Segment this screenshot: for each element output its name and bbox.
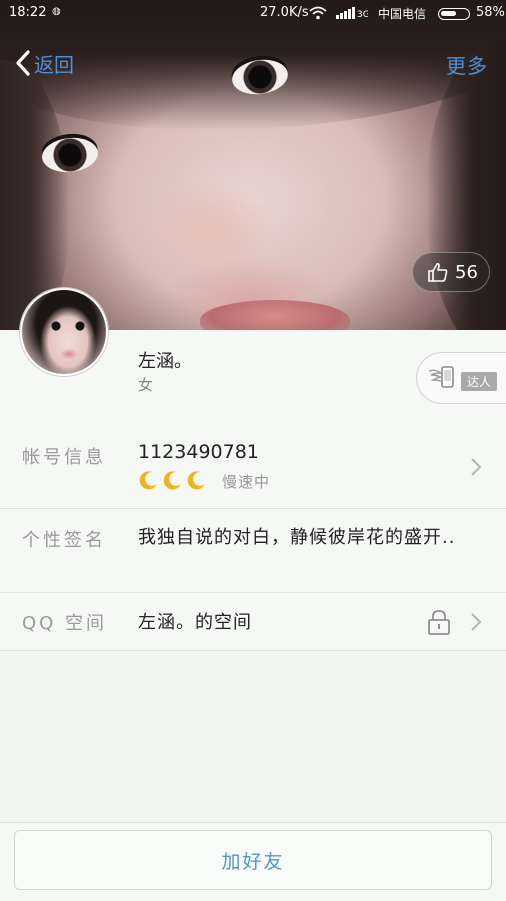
qzone-value: 左涵。的空间: [138, 612, 252, 633]
add-friend-button[interactable]: 加好友: [14, 830, 492, 890]
level-speed-status: 慢速中: [222, 473, 271, 491]
avatar[interactable]: [20, 288, 108, 376]
signal-icon: 3G: [336, 7, 368, 19]
status-time: 18:22: [9, 5, 47, 20]
thumbs-up-icon: [428, 262, 448, 282]
svg-text:3G: 3G: [357, 10, 368, 19]
cover-lips: [200, 300, 350, 330]
talent-badge-label: 达人: [461, 372, 498, 391]
qzone-row[interactable]: QQ 空间 左涵。的空间: [0, 593, 506, 651]
like-button[interactable]: 56: [412, 252, 490, 292]
account-info-row[interactable]: 帐号信息 1123490781 慢速中: [0, 426, 506, 509]
status-bar: 18:22 ◍ 27.0K/s 3G 中国电信 58%: [0, 0, 506, 28]
moon-icon: [139, 471, 157, 490]
moon-icon: [187, 471, 205, 490]
signature-text: 我独自说的对白，静候彼岸花的盛开..: [138, 527, 456, 548]
qzone-label: QQ 空间: [22, 613, 108, 634]
profile-name: 左涵。: [138, 351, 192, 372]
qq-level-moons: [138, 469, 208, 491]
battery-percentage: 58%: [476, 5, 505, 20]
more-button[interactable]: 更多: [446, 50, 488, 79]
lock-icon: [428, 610, 450, 635]
like-count: 56: [455, 261, 478, 283]
profile-gender: 女: [138, 376, 154, 394]
network-speed: 27.0K/s: [260, 5, 309, 20]
carrier-name: 中国电信: [378, 7, 427, 21]
chevron-right-icon: [471, 458, 482, 476]
battery-icon: [438, 8, 470, 20]
back-label: 返回: [34, 52, 74, 77]
chevron-left-icon: [16, 50, 30, 76]
qq-number: 1123490781: [138, 441, 259, 463]
account-info-label: 帐号信息: [22, 447, 106, 468]
back-button[interactable]: 返回: [12, 48, 74, 78]
signature-label: 个性签名: [22, 530, 106, 551]
wifi-icon: [309, 6, 327, 20]
signature-row: 个性签名 我独自说的对白，静候彼岸花的盛开..: [0, 509, 506, 593]
chevron-right-icon: [471, 613, 482, 631]
talent-badge[interactable]: 达人: [416, 352, 506, 404]
notification-dot-icon: ◍: [52, 6, 61, 17]
moon-icon: [163, 471, 181, 490]
